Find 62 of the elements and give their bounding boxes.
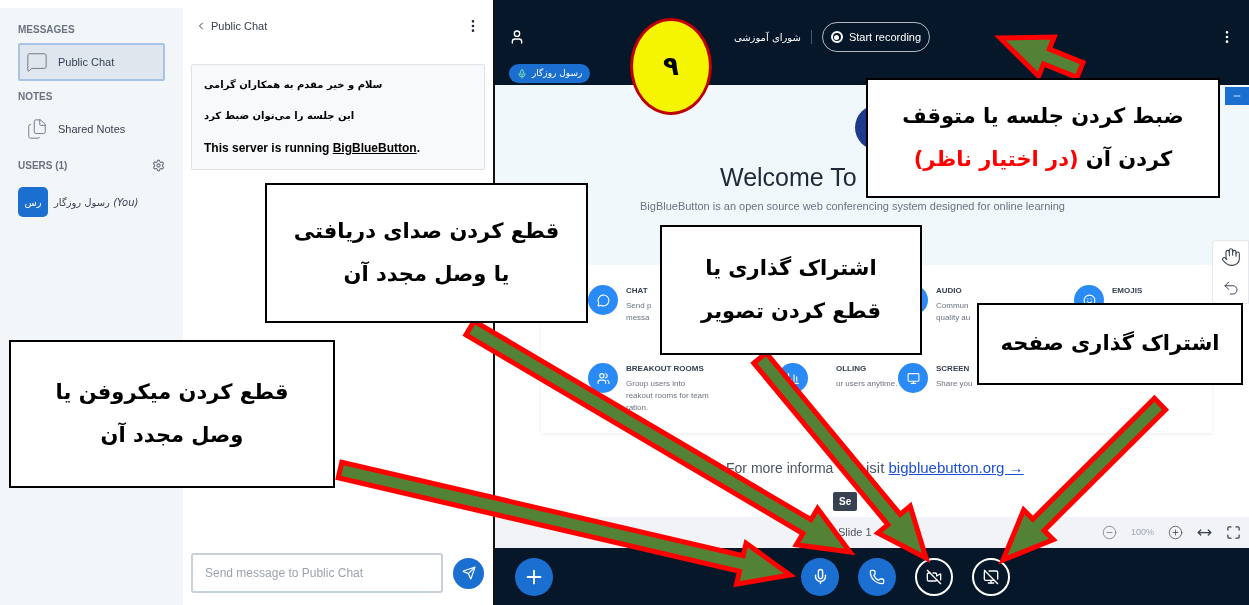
undo-icon[interactable] [1221,279,1240,297]
callout-text: وصل مجدد آن [100,421,244,449]
feature-title: OLLING [836,363,868,375]
feature-title: BREAKOUT ROOMS [626,363,705,375]
zoom-in-icon[interactable] [1168,525,1183,540]
phone-button[interactable] [858,557,896,596]
documents-icon [26,118,48,140]
sidebar-item[interactable]: Public Chat [18,43,165,81]
zoom-level: 100% [1130,525,1154,539]
slide-subtitle: BigBlueButton is an open source web conferencing system designed for online learning [640,199,1065,214]
chat-bubbles-icon [26,51,48,73]
feature-icon [898,363,928,393]
back-link[interactable]: Public Chat [195,17,268,35]
section-heading: MESSAGES [18,23,76,37]
microphone-button[interactable] [801,557,839,596]
chat-message: این جلسه را می‌توان ضبط کرد [204,109,356,123]
phone-icon [869,568,885,585]
hand-icon[interactable] [1220,247,1241,267]
callout-text: اشتراک گذاری صفحه [1000,330,1220,358]
send-button[interactable] [453,557,484,589]
monitor-off-icon [983,568,999,585]
meeting-title: شورای آموزشی [733,30,801,45]
user-icon[interactable] [509,29,525,45]
tooltip: Se [833,491,858,511]
section-heading: NOTES [18,90,54,104]
feature-title: AUDIO [936,285,963,297]
callout-text: یا وصل مجدد آن [343,260,510,288]
send-icon [461,566,476,580]
fullscreen-icon[interactable] [1226,525,1241,540]
slide-title: Welcome To [720,163,857,192]
feature-title: CHAT [626,285,649,297]
callout-text: قطع کردن میکروفن یا [55,378,289,406]
section-heading: USERS (1) [18,159,68,173]
microphone-icon [517,68,527,79]
feature-description: Share you [936,378,973,390]
more-info-text: isit bigbluebutton.org → [866,458,1024,478]
chat-message: This server is running BigBlueButton. [204,140,422,157]
sidebar-item[interactable]: Shared Notes [18,110,165,148]
callout-text: کردن آن (در اختیار ناظر) [913,145,1173,173]
camera-off-icon [926,568,942,585]
callout-text: ضبط کردن جلسه یا متوقف [902,102,1184,130]
website-link[interactable]: bigbluebutton.org → [888,459,1024,476]
feature-title: EMOJIS [1112,285,1143,297]
bigbluebutton-link[interactable]: BigBlueButton [332,141,417,155]
slide-label: Slide 1 [838,525,872,541]
feature-title: SCREEN [936,363,971,375]
user-avatar[interactable]: رس [18,187,48,217]
feature-description: ur users anytime. [836,378,898,390]
feature-description: Commun quality au [936,300,971,324]
zoom-out-icon[interactable] [1101,525,1117,540]
callout-text: قطع کردن تصویر [701,298,881,325]
presenter-badge: رسول روزگار [509,64,591,83]
message-input[interactable]: Send message to Public Chat [191,553,443,593]
feature-description: Group users into reakout rooms for team ration. [626,378,709,414]
record-icon [830,31,843,43]
feature-icon [588,363,618,393]
add-button[interactable] [515,557,553,596]
settings-icon[interactable] [152,159,165,172]
chat-message: سلام و خیر مقدم به همکاران گرامی [204,78,384,92]
callout-text: قطع کردن صدای دریافتی [293,217,560,245]
callout-text: اشتراک گذاری یا [705,254,877,282]
feature-description: Send p messa [626,300,652,324]
